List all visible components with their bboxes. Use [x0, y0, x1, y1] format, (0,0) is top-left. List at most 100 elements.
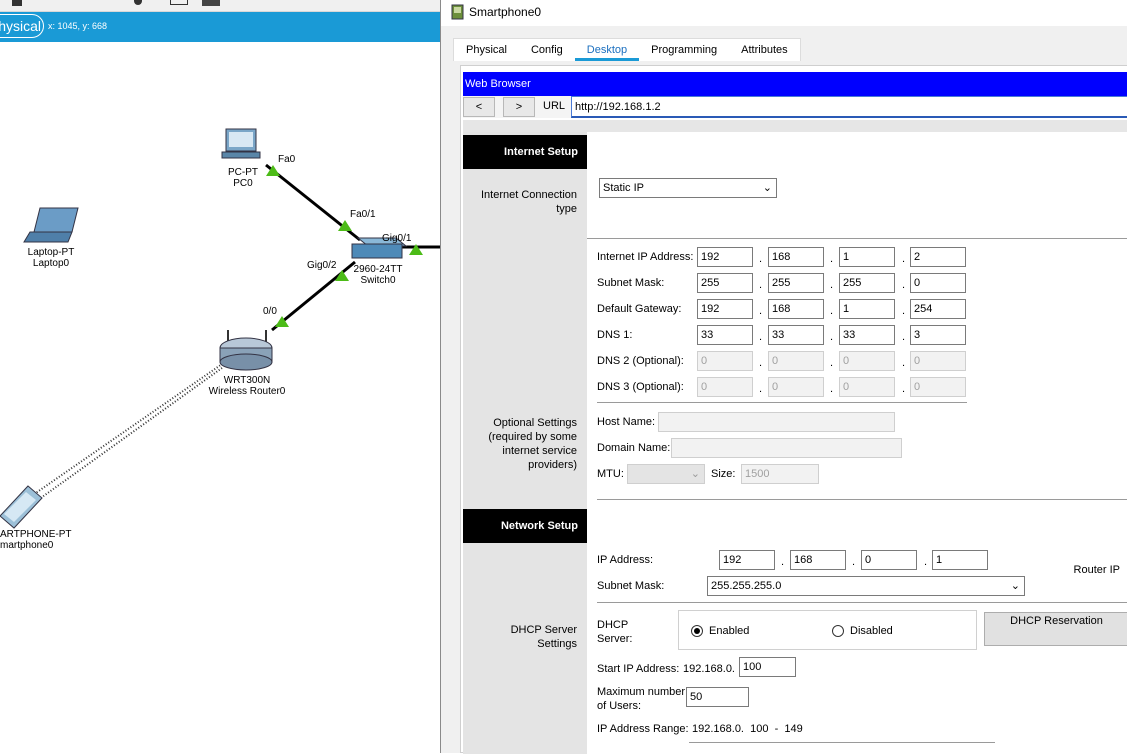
- dot: .: [902, 305, 906, 317]
- wireless-link: [37, 367, 223, 501]
- app-icon: [451, 4, 464, 20]
- router-subnet-mask-label: Subnet Mask:: [597, 580, 665, 592]
- router-ip-octet-1[interactable]: 192: [719, 550, 775, 570]
- max-users-input[interactable]: 50: [686, 687, 749, 707]
- dhcp-disabled-label[interactable]: Disabled: [850, 625, 893, 637]
- browser-page: Internet Setup Internet Connection type …: [463, 120, 1127, 754]
- router-ip-label: Router IP: [1073, 564, 1120, 576]
- dot: .: [902, 253, 906, 265]
- dhcp-reservation-button[interactable]: DHCP Reservation: [984, 612, 1127, 646]
- tab-programming[interactable]: Programming: [639, 39, 729, 61]
- window-title-bar[interactable]: Smartphone0: [441, 0, 1127, 26]
- dns1-octet-4[interactable]: 3: [910, 325, 966, 345]
- router-ip-octet-4[interactable]: 1: [932, 550, 988, 570]
- dns3-octet-4[interactable]: 0: [910, 377, 966, 397]
- host-name-label: Host Name:: [597, 416, 656, 428]
- internet-ip-octet-1[interactable]: 192: [697, 247, 753, 267]
- desktop-panel: Web Browser < > URL http://192.168.1.2 I…: [460, 65, 1127, 754]
- tab-desktop[interactable]: Desktop: [574, 39, 640, 61]
- dns3-octet-3[interactable]: 0: [839, 377, 895, 397]
- device-label-switch[interactable]: 2960-24TT Switch0: [348, 264, 408, 286]
- ip-range-value: 192.168.0. 100 - 149: [692, 723, 803, 735]
- device-label-smartphone[interactable]: ARTPHONE-PT martphone0: [0, 529, 72, 551]
- gateway-octet-3[interactable]: 1: [839, 299, 895, 319]
- device-label-laptop[interactable]: Laptop-PT Laptop0: [18, 247, 84, 269]
- dot: .: [902, 383, 906, 395]
- router-subnet-mask-select[interactable]: 255.255.255.0 ⌄: [707, 576, 1025, 596]
- mtu-size-input[interactable]: 1500: [741, 464, 819, 484]
- internet-setup-heading: Internet Setup: [463, 135, 587, 169]
- dot: .: [759, 305, 763, 317]
- dot: .: [902, 279, 906, 291]
- device-label-pc[interactable]: PC-PT PC0: [218, 167, 268, 189]
- dhcp-server-label: DHCP Server:: [597, 619, 633, 645]
- dot: .: [902, 331, 906, 343]
- connection-type-select[interactable]: Static IP ⌄: [599, 178, 777, 198]
- router-ip-octet-2[interactable]: 168: [790, 550, 846, 570]
- dot: .: [924, 556, 928, 568]
- domain-name-label: Domain Name:: [597, 442, 671, 454]
- dot: .: [759, 279, 763, 291]
- mtu-label: MTU:: [597, 468, 624, 480]
- back-button[interactable]: <: [463, 97, 495, 117]
- port-label-0-0: 0/0: [263, 306, 277, 317]
- internet-ip-octet-2[interactable]: 168: [768, 247, 824, 267]
- tab-config[interactable]: Config: [519, 39, 575, 61]
- size-label: Size:: [711, 468, 736, 480]
- dns2-octet-2[interactable]: 0: [768, 351, 824, 371]
- chevron-down-icon: ⌄: [762, 182, 772, 194]
- dns2-label: DNS 2 (Optional):: [597, 355, 684, 367]
- dns2-octet-1[interactable]: 0: [697, 351, 753, 371]
- divider: [597, 602, 1127, 603]
- topology-workspace[interactable]: hysical x: 1045, y: 668 Fa0 Fa0/1 Gig0/1…: [0, 0, 440, 753]
- web-browser-title: Web Browser: [463, 72, 1127, 96]
- port-label-fa0-1: Fa0/1: [350, 209, 376, 220]
- dns2-octet-3[interactable]: 0: [839, 351, 895, 371]
- dns3-octet-2[interactable]: 0: [768, 377, 824, 397]
- dhcp-server-settings-label: DHCP Server Settings: [510, 624, 577, 650]
- router-ip-octet-3[interactable]: 0: [861, 550, 917, 570]
- tab-bar: Physical Config Desktop Programming Attr…: [453, 38, 801, 61]
- router-icon: [219, 330, 273, 371]
- url-input[interactable]: http://192.168.1.2: [571, 96, 1127, 118]
- subnet-mask-octet-3[interactable]: 255: [839, 273, 895, 293]
- internet-ip-label: Internet IP Address:: [597, 251, 694, 263]
- dns2-octet-4[interactable]: 0: [910, 351, 966, 371]
- gateway-octet-4[interactable]: 254: [910, 299, 966, 319]
- browser-nav-bar: < > URL http://192.168.1.2: [463, 96, 1127, 118]
- laptop-icon: [23, 207, 79, 243]
- dhcp-option-box: Enabled Disabled: [678, 610, 977, 650]
- subnet-mask-octet-4[interactable]: 0: [910, 273, 966, 293]
- forward-button[interactable]: >: [503, 97, 535, 117]
- internet-ip-octet-4[interactable]: 2: [910, 247, 966, 267]
- divider: [597, 499, 1127, 500]
- start-ip-prefix: 192.168.0.: [683, 663, 735, 675]
- gateway-octet-1[interactable]: 192: [697, 299, 753, 319]
- dns1-label: DNS 1:: [597, 329, 633, 341]
- dns1-octet-2[interactable]: 33: [768, 325, 824, 345]
- device-label-router[interactable]: WRT300N Wireless Router0: [200, 375, 294, 397]
- start-ip-input[interactable]: 100: [739, 657, 796, 677]
- dhcp-enabled-label[interactable]: Enabled: [709, 625, 749, 637]
- dot: .: [830, 357, 834, 369]
- subnet-mask-octet-2[interactable]: 255: [768, 273, 824, 293]
- gateway-octet-2[interactable]: 168: [768, 299, 824, 319]
- tab-attributes[interactable]: Attributes: [729, 39, 799, 61]
- port-label-gig0-1: Gig0/1: [382, 233, 412, 244]
- dns1-octet-3[interactable]: 33: [839, 325, 895, 345]
- host-name-input[interactable]: [658, 412, 895, 432]
- chevron-down-icon: ⌄: [690, 468, 700, 480]
- dhcp-disabled-radio[interactable]: [832, 625, 844, 637]
- dot: .: [852, 556, 856, 568]
- url-label: URL: [543, 100, 566, 112]
- default-gateway-label: Default Gateway:: [597, 303, 682, 315]
- domain-name-input[interactable]: [671, 438, 902, 458]
- internet-ip-octet-3[interactable]: 1: [839, 247, 895, 267]
- subnet-mask-octet-1[interactable]: 255: [697, 273, 753, 293]
- dhcp-enabled-radio[interactable]: [691, 625, 703, 637]
- tab-physical[interactable]: Physical: [454, 39, 519, 61]
- dns1-octet-1[interactable]: 33: [697, 325, 753, 345]
- mtu-select[interactable]: ⌄: [627, 464, 705, 484]
- dns3-octet-1[interactable]: 0: [697, 377, 753, 397]
- router-ip-address-label: IP Address:: [597, 554, 654, 566]
